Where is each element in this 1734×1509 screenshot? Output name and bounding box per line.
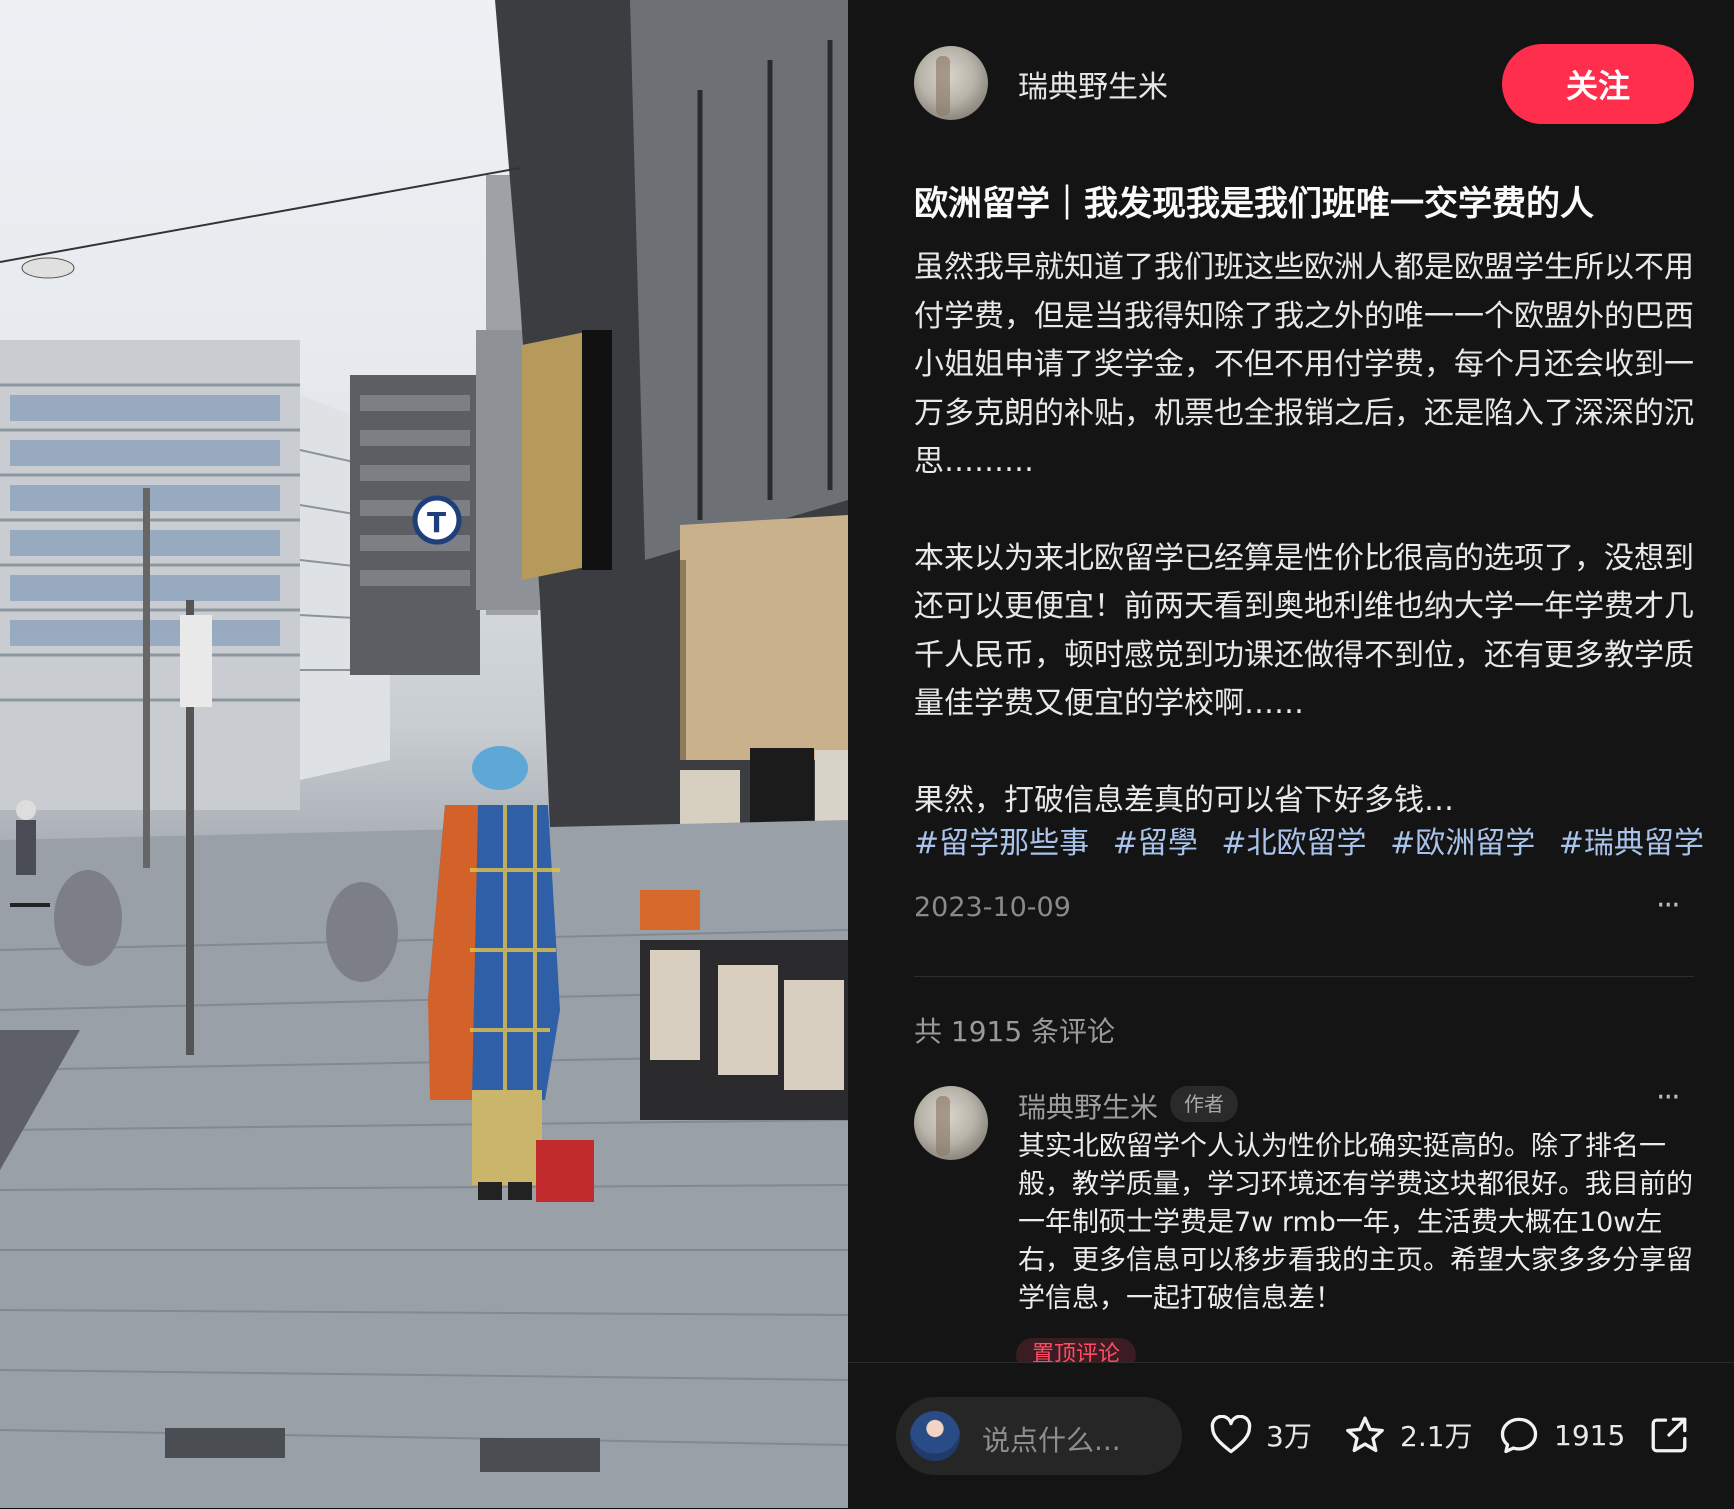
post-more-icon[interactable]: ··· — [1656, 888, 1681, 923]
share-button[interactable] — [1648, 1403, 1690, 1467]
divider — [914, 976, 1694, 977]
author-avatar[interactable] — [914, 46, 988, 120]
author-badge: 作者 — [1170, 1086, 1238, 1122]
hashtag-list: #留学那些事 #留學 #北欧留学 #欧洲留学 #瑞典留学 — [914, 818, 1718, 862]
post-paragraph: 虽然我早就知道了我们班这些欧洲人都是欧盟学生所以不用付学费，但是当我得知除了我之… — [914, 250, 1694, 479]
street-scene-illustration: T — [0, 0, 848, 1508]
comment-button[interactable]: 1915 — [1498, 1403, 1625, 1467]
comment-count-action: 1915 — [1554, 1418, 1626, 1452]
post-photo[interactable]: T — [0, 0, 848, 1508]
favorite-count: 2.1万 — [1400, 1420, 1473, 1453]
post-body: 虽然我早就知道了我们班这些欧洲人都是欧盟学生所以不用付学费，但是当我得知除了我之… — [914, 244, 1704, 825]
comment-input[interactable]: 说点什么... — [896, 1397, 1182, 1475]
star-icon — [1346, 1416, 1384, 1453]
follow-button[interactable]: 关注 — [1502, 44, 1694, 124]
share-icon — [1651, 1417, 1687, 1453]
comment-count: 共 1915 条评论 — [914, 1015, 1116, 1048]
comment-more-icon[interactable]: ··· — [1656, 1080, 1681, 1115]
hashtag-link[interactable]: #留學 — [1113, 826, 1198, 861]
svg-text:T: T — [427, 506, 446, 539]
comment-bubble-icon — [1500, 1417, 1538, 1454]
comment-author-name[interactable]: 瑞典野生米 — [1018, 1086, 1158, 1126]
hashtag-link[interactable]: #北欧留学 — [1221, 826, 1366, 861]
current-user-avatar — [910, 1411, 960, 1461]
heart-icon — [1210, 1415, 1252, 1454]
hashtag-link[interactable]: #欧洲留学 — [1390, 826, 1535, 861]
post-date: 2023-10-09 — [914, 892, 1071, 923]
comment-text: 其实北欧留学个人认为性价比确实挺高的。除了排名一般，教学质量，学习环境还有学费这… — [1018, 1131, 1693, 1314]
comment-input-placeholder: 说点什么... — [982, 1424, 1121, 1457]
author-name[interactable]: 瑞典野生米 — [1018, 62, 1168, 106]
like-count: 3万 — [1266, 1420, 1312, 1453]
comment-avatar[interactable] — [914, 1086, 988, 1160]
hashtag-link[interactable]: #瑞典留学 — [1559, 826, 1704, 861]
favorite-button[interactable]: 2.1万 — [1344, 1403, 1473, 1467]
like-button[interactable]: 3万 — [1210, 1403, 1312, 1467]
post-paragraph: 本来以为来北欧留学已经算是性价比很高的选项了，没想到还可以更便宜！前两天看到奥地… — [914, 540, 1694, 722]
post-detail-panel: 瑞典野生米 关注 欧洲留学｜我发现我是我们班唯一交学费的人 虽然我早就知道了我们… — [848, 0, 1734, 1509]
hashtag-link[interactable]: #留学那些事 — [914, 826, 1089, 861]
bottom-action-bar: 说点什么... 3万 2.1万 1915 — [848, 1362, 1734, 1509]
post-title: 欧洲留学｜我发现我是我们班唯一交学费的人 — [914, 184, 1594, 224]
